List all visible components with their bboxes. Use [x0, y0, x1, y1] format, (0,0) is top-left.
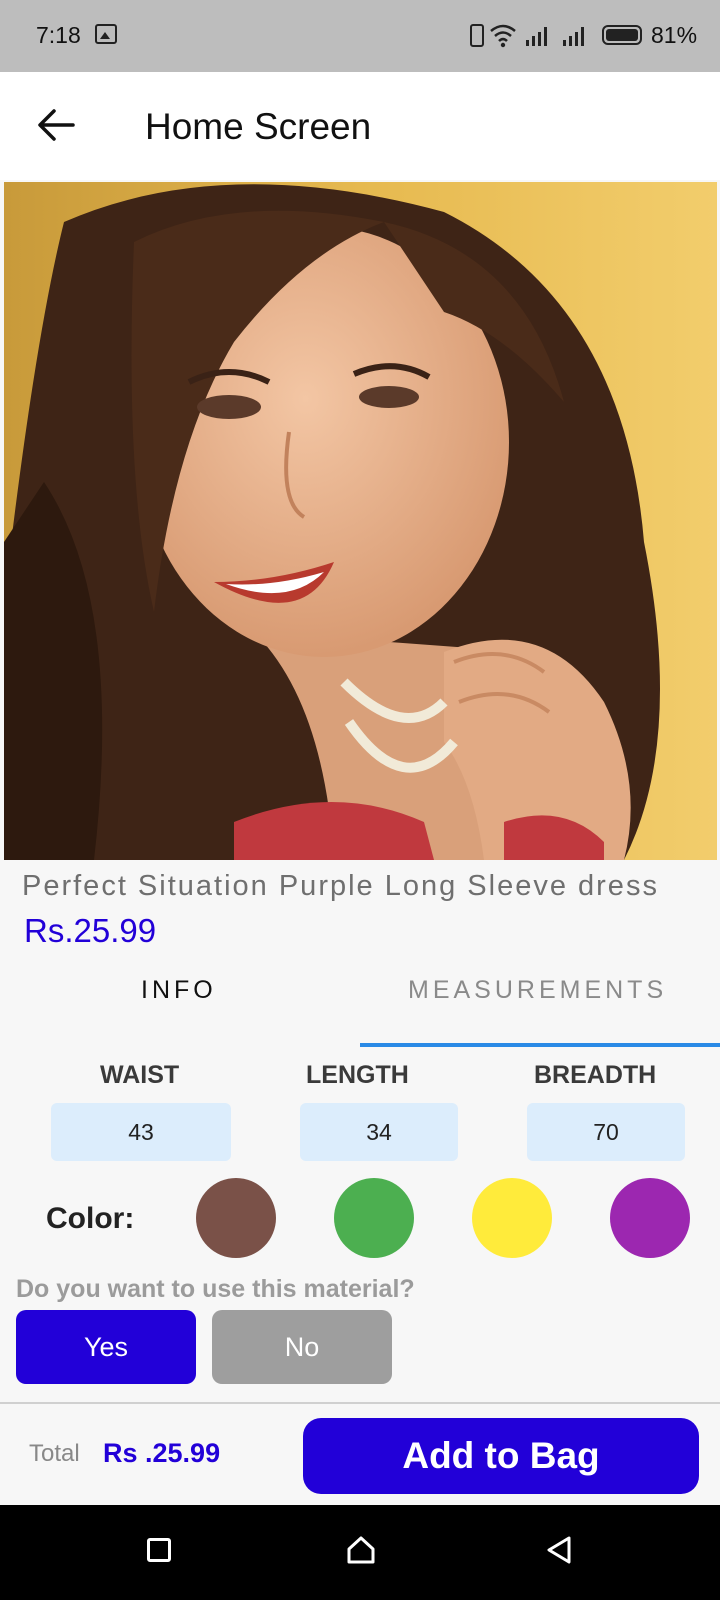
gallery-icon: [95, 24, 117, 44]
phone-icon: [470, 24, 484, 47]
signal-icon: [526, 26, 547, 46]
breadth-header: BREADTH: [534, 1061, 657, 1089]
length-field[interactable]: 34: [300, 1103, 458, 1161]
length-header: LENGTH: [306, 1061, 409, 1089]
tab-info[interactable]: INFO: [141, 976, 217, 1005]
total-value: Rs .25.99: [103, 1438, 221, 1468]
battery-icon: [602, 25, 642, 45]
waist-field[interactable]: 43: [51, 1103, 231, 1161]
total-label: Total: [29, 1440, 80, 1467]
wifi-icon: [490, 24, 516, 48]
color-swatch-brown[interactable]: [196, 1178, 276, 1258]
back-icon[interactable]: [545, 1535, 573, 1565]
home-icon[interactable]: [346, 1535, 376, 1565]
status-bar: 7:18 81%: [0, 0, 720, 72]
product-name: Perfect Situation Purple Long Sleeve dre…: [22, 870, 659, 902]
tab-measurements[interactable]: MEASUREMENTS: [408, 976, 667, 1005]
status-time: 7:18: [36, 22, 81, 48]
yes-button[interactable]: Yes: [16, 1310, 196, 1384]
page-title: Home Screen: [145, 106, 372, 147]
add-to-bag-button[interactable]: Add to Bag: [303, 1418, 699, 1494]
app-bar: Home Screen: [0, 72, 720, 180]
no-button[interactable]: No: [212, 1310, 392, 1384]
color-label: Color:: [46, 1202, 135, 1235]
battery-percent: 81%: [651, 22, 698, 48]
product-photo: [4, 182, 717, 860]
color-swatch-green[interactable]: [334, 1178, 414, 1258]
color-swatch-yellow[interactable]: [472, 1178, 552, 1258]
arrow-left-icon[interactable]: [36, 108, 76, 142]
tab-indicator: [360, 1043, 720, 1047]
waist-header: WAIST: [100, 1061, 180, 1089]
breadth-field[interactable]: 70: [527, 1103, 685, 1161]
recents-icon[interactable]: [147, 1538, 171, 1562]
color-swatch-purple[interactable]: [610, 1178, 690, 1258]
material-question: Do you want to use this material?: [16, 1275, 415, 1303]
signal-icon: [563, 26, 584, 46]
product-price: Rs.25.99: [24, 912, 157, 949]
